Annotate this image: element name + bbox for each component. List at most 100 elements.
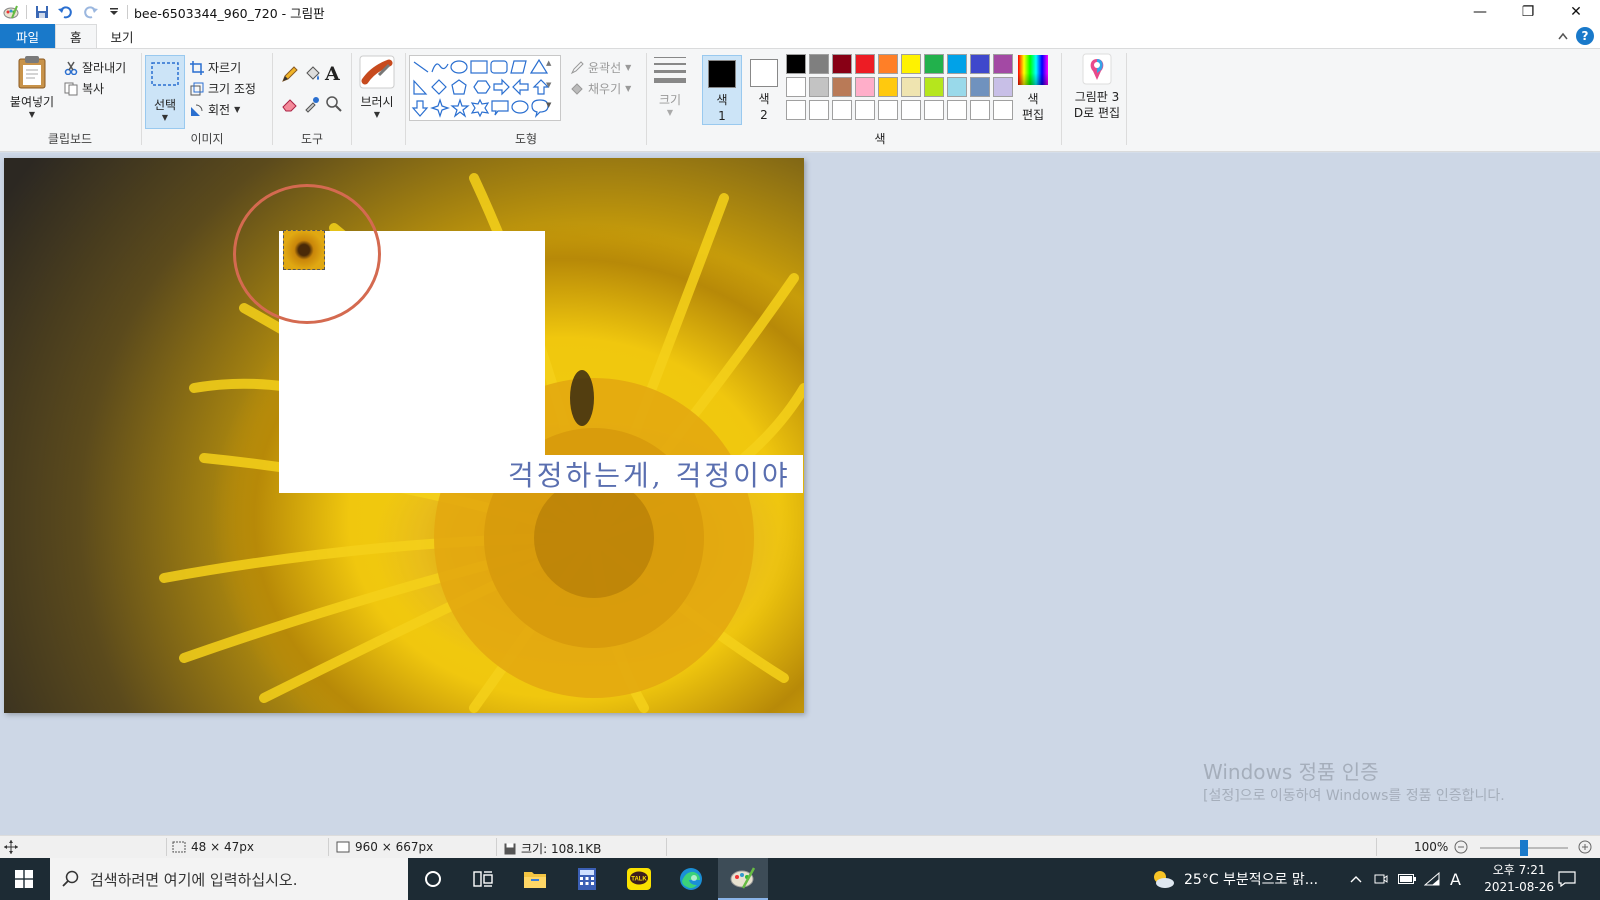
palette-color-swatch[interactable] — [832, 77, 852, 97]
highlight-circle — [233, 184, 381, 324]
restore-button[interactable]: ❐ — [1504, 0, 1552, 24]
palette-color-swatch[interactable] — [970, 54, 990, 74]
palette-color-swatch[interactable] — [878, 54, 898, 74]
palette-color-swatch[interactable] — [855, 77, 875, 97]
edge-button[interactable] — [666, 858, 716, 900]
zoom-slider-thumb[interactable] — [1520, 840, 1528, 856]
shapes-scroll-up-icon[interactable]: ▲ — [546, 59, 551, 67]
paste-button[interactable]: 붙여넣기 ▼ — [6, 55, 58, 119]
copy-button[interactable]: 복사 — [64, 80, 104, 97]
show-hidden-icons[interactable] — [1350, 858, 1362, 900]
color2-button[interactable]: 색 2 — [744, 55, 784, 127]
meet-now-icon[interactable] — [1374, 858, 1388, 900]
custom-color-slot[interactable] — [947, 100, 967, 120]
palette-color-swatch[interactable] — [947, 77, 967, 97]
magnifier-icon[interactable] — [325, 95, 343, 116]
custom-color-slot[interactable] — [993, 100, 1013, 120]
paste-dropdown-icon[interactable]: ▼ — [29, 110, 35, 119]
redo-icon[interactable] — [81, 3, 99, 21]
brushes-button[interactable]: 브러시 ▼ — [354, 55, 400, 119]
tab-view[interactable]: 보기 — [97, 24, 148, 48]
minimize-button[interactable]: — — [1456, 0, 1504, 24]
calculator-button[interactable] — [562, 858, 612, 900]
palette-color-swatch[interactable] — [993, 54, 1013, 74]
weather-widget[interactable]: 25°C 부분적으로 맑... — [1150, 858, 1318, 900]
cortana-button[interactable] — [408, 858, 458, 900]
help-icon[interactable]: ? — [1576, 27, 1594, 45]
cut-button[interactable]: 잘라내기 — [64, 59, 126, 76]
zoom-level: 100% — [1414, 840, 1449, 854]
shapes-gallery[interactable] — [409, 55, 561, 121]
custom-color-slot[interactable] — [832, 100, 852, 120]
custom-color-slot[interactable] — [809, 100, 829, 120]
brushes-dropdown-icon[interactable]: ▼ — [374, 110, 380, 119]
workspace[interactable]: 걱정하는게, 걱정이야 =) Windows 정품 인증 [설정]으로 이동하여… — [0, 153, 1600, 835]
group-separator — [1126, 53, 1127, 145]
fill-button[interactable]: 채우기 ▼ — [570, 80, 631, 97]
rotate-dropdown-icon[interactable]: ▼ — [234, 105, 240, 114]
palette-color-swatch[interactable] — [809, 54, 829, 74]
tab-home[interactable]: 홈 — [55, 24, 97, 48]
save-icon[interactable] — [33, 3, 51, 21]
custom-color-slot[interactable] — [786, 100, 806, 120]
palette-color-swatch[interactable] — [786, 77, 806, 97]
canvas-text[interactable]: 걱정하는게, 걱정이야 =) — [508, 454, 804, 494]
palette-color-swatch[interactable] — [993, 77, 1013, 97]
start-button[interactable] — [0, 858, 48, 900]
zoom-out-icon[interactable] — [1454, 840, 1468, 854]
palette-color-swatch[interactable] — [809, 77, 829, 97]
custom-color-slot[interactable] — [878, 100, 898, 120]
custom-color-slot[interactable] — [970, 100, 990, 120]
paint-taskbar-button[interactable] — [718, 858, 768, 900]
shapes-expand-icon[interactable]: ▼ — [546, 101, 551, 109]
palette-color-swatch[interactable] — [924, 77, 944, 97]
wifi-icon[interactable] — [1424, 858, 1440, 900]
eraser-icon[interactable] — [281, 95, 299, 116]
undo-icon[interactable] — [57, 3, 75, 21]
taskbar-clock[interactable]: 오후 7:21 2021-08-26 — [1484, 862, 1554, 896]
palette-color-swatch[interactable] — [970, 77, 990, 97]
taskbar-search[interactable]: 검색하려면 여기에 입력하십시오. — [50, 858, 408, 900]
fill-bucket-icon[interactable] — [303, 65, 321, 86]
ime-indicator[interactable]: A — [1450, 858, 1461, 900]
qat-separator — [26, 5, 27, 19]
custom-color-slot[interactable] — [855, 100, 875, 120]
palette-color-swatch[interactable] — [878, 77, 898, 97]
palette-color-swatch[interactable] — [901, 54, 921, 74]
palette-color-swatch[interactable] — [947, 54, 967, 74]
text-tool-icon[interactable]: A — [325, 63, 340, 85]
palette-color-swatch[interactable] — [855, 54, 875, 74]
color1-button[interactable]: 색 1 — [702, 55, 742, 125]
battery-icon[interactable] — [1398, 858, 1416, 900]
palette-color-swatch[interactable] — [924, 54, 944, 74]
shapes-scroll-down-icon[interactable]: ▼ — [546, 81, 551, 89]
color-picker-icon[interactable] — [303, 95, 321, 116]
resize-button[interactable]: 크기 조정 — [190, 80, 256, 97]
notifications-icon[interactable] — [1558, 858, 1576, 900]
zoom-in-icon[interactable] — [1578, 840, 1592, 854]
collapse-ribbon-icon[interactable] — [1558, 29, 1568, 43]
file-explorer-button[interactable] — [510, 858, 560, 900]
palette-color-swatch[interactable] — [832, 54, 852, 74]
paint3d-button[interactable]: 그림판 3 D로 편집 — [1066, 53, 1128, 125]
kakaotalk-button[interactable]: TALK — [614, 858, 664, 900]
customize-qat-icon[interactable] — [105, 3, 123, 21]
paint-app-icon[interactable] — [2, 3, 20, 21]
outline-button[interactable]: 윤곽선 ▼ — [570, 59, 631, 76]
rotate-button[interactable]: 회전 ▼ — [190, 101, 240, 118]
select-dropdown-icon[interactable]: ▼ — [162, 113, 168, 122]
edit-colors-button[interactable]: 색 편집 — [1013, 53, 1053, 125]
custom-color-slot[interactable] — [924, 100, 944, 120]
drawing-canvas[interactable]: 걱정하는게, 걱정이야 =) — [4, 158, 804, 713]
palette-color-swatch[interactable] — [786, 54, 806, 74]
select-button[interactable]: 선택 ▼ — [145, 55, 185, 129]
custom-color-slot[interactable] — [901, 100, 921, 120]
palette-color-swatch[interactable] — [901, 77, 921, 97]
close-button[interactable]: ✕ — [1552, 0, 1600, 24]
svg-text:TALK: TALK — [631, 877, 647, 883]
pencil-icon[interactable] — [281, 65, 299, 86]
task-view-button[interactable] — [458, 858, 508, 900]
tab-file[interactable]: 파일 — [0, 24, 56, 48]
size-button[interactable]: 크기 ▼ — [650, 55, 690, 117]
crop-button[interactable]: 자르기 — [190, 59, 241, 76]
